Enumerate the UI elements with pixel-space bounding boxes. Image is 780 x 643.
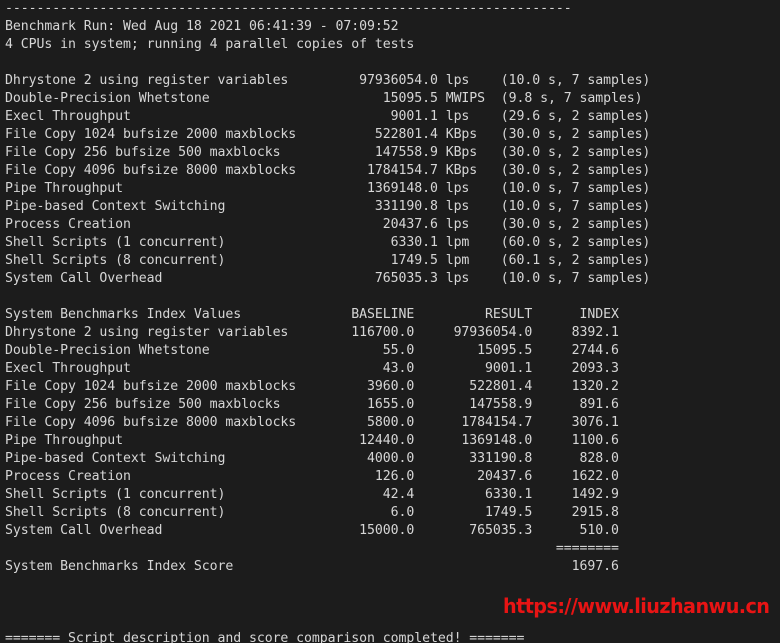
blank-line <box>5 54 780 72</box>
raw-result-row: File Copy 1024 bufsize 2000 maxblocks 52… <box>5 127 651 142</box>
index-value-row: File Copy 1024 bufsize 2000 maxblocks 39… <box>5 379 619 394</box>
index-values-header-row: System Benchmarks Index Values BASELINE … <box>5 307 619 322</box>
index-values-table: Dhrystone 2 using register variables 116… <box>5 324 780 540</box>
blank-line <box>5 288 780 306</box>
index-value-row: System Call Overhead 15000.0 765035.3 51… <box>5 523 619 538</box>
index-value-row: Shell Scripts (1 concurrent) 42.4 6330.1… <box>5 487 619 502</box>
raw-result-row: Shell Scripts (1 concurrent) 6330.1 lpm … <box>5 235 651 250</box>
score-row: System Benchmarks Index Score 1697.6 <box>5 559 619 574</box>
completed-line: ======= Script description and score com… <box>5 631 525 643</box>
cpu-count-line: 4 CPUs in system; running 4 parallel cop… <box>5 37 415 52</box>
raw-result-row: File Copy 256 bufsize 500 maxblocks 1475… <box>5 145 651 160</box>
raw-result-row: Pipe Throughput 1369148.0 lps (10.0 s, 7… <box>5 181 651 196</box>
index-value-row: Double-Precision Whetstone 55.0 15095.5 … <box>5 343 619 358</box>
score-separator: ======== <box>5 541 619 556</box>
index-value-row: Pipe Throughput 12440.0 1369148.0 1100.6 <box>5 433 619 448</box>
top-rule: ----------------------------------------… <box>5 1 572 16</box>
raw-result-row: Double-Precision Whetstone 15095.5 MWIPS… <box>5 91 643 106</box>
index-value-row: Execl Throughput 43.0 9001.1 2093.3 <box>5 361 619 376</box>
index-value-row: Shell Scripts (8 concurrent) 6.0 1749.5 … <box>5 505 619 520</box>
blank-line <box>5 576 780 594</box>
site-watermark: https://www.liuzhanwu.cn <box>503 594 770 618</box>
terminal-screen: ----------------------------------------… <box>5 0 780 643</box>
raw-results-table: Dhrystone 2 using register variables 979… <box>5 72 780 288</box>
raw-result-row: System Call Overhead 765035.3 lps (10.0 … <box>5 271 651 286</box>
terminal-window: ----------------------------------------… <box>0 0 780 643</box>
index-value-row: File Copy 4096 bufsize 8000 maxblocks 58… <box>5 415 619 430</box>
raw-result-row: Dhrystone 2 using register variables 979… <box>5 73 651 88</box>
benchmark-run-line: Benchmark Run: Wed Aug 18 2021 06:41:39 … <box>5 19 399 34</box>
index-value-row: File Copy 256 bufsize 500 maxblocks 1655… <box>5 397 619 412</box>
index-value-row: Dhrystone 2 using register variables 116… <box>5 325 619 340</box>
raw-result-row: Shell Scripts (8 concurrent) 1749.5 lpm … <box>5 253 651 268</box>
index-value-row: Process Creation 126.0 20437.6 1622.0 <box>5 469 619 484</box>
raw-result-row: Execl Throughput 9001.1 lps (29.6 s, 2 s… <box>5 109 651 124</box>
index-value-row: Pipe-based Context Switching 4000.0 3311… <box>5 451 619 466</box>
raw-result-row: Process Creation 20437.6 lps (30.0 s, 2 … <box>5 217 651 232</box>
raw-result-row: Pipe-based Context Switching 331190.8 lp… <box>5 199 651 214</box>
raw-result-row: File Copy 4096 bufsize 8000 maxblocks 17… <box>5 163 651 178</box>
